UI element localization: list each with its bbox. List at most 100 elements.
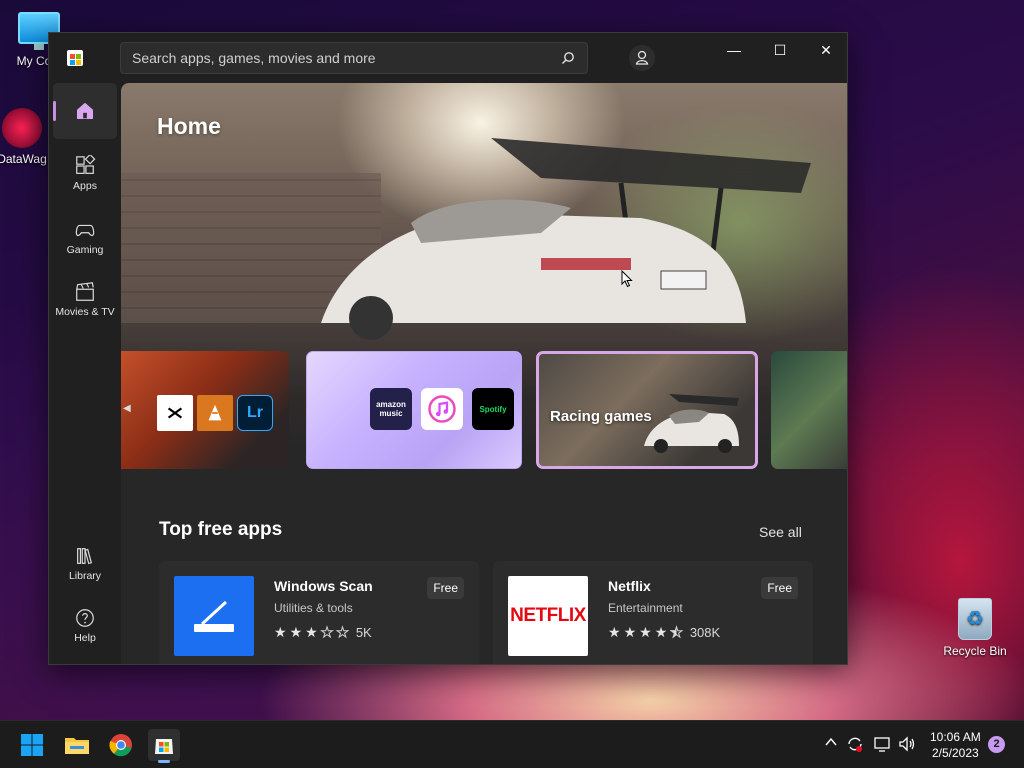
price-badge[interactable]: Free [427, 577, 464, 599]
desktop-icon-label: Recycle Bin [943, 644, 1007, 658]
microsoft-store-icon [155, 739, 173, 754]
volume-button[interactable] [898, 735, 916, 756]
show-hidden-icons-button[interactable] [824, 735, 838, 752]
netflix-icon: NETFLIX [508, 576, 588, 656]
minimize-button[interactable]: — [711, 33, 757, 67]
featured-carousel: ◀ Lr amazon music Spotify Racing games [121, 351, 847, 473]
sync-status-button[interactable] [846, 735, 864, 756]
microsoft-store-icon [67, 50, 83, 66]
racing-games-title: Racing games [550, 408, 652, 425]
file-explorer-button[interactable] [61, 729, 93, 761]
star-half-icon: ★ [670, 624, 684, 640]
star-filled-icon: ★ [274, 624, 287, 640]
taskbar: 10:06 AM 2/5/2023 [0, 720, 1024, 768]
speaker-icon [899, 736, 915, 752]
star-filled-icon: ★ [623, 624, 637, 640]
search-input[interactable] [121, 43, 551, 73]
gamepad-icon [75, 224, 95, 237]
sidebar-item-library[interactable]: Library [53, 545, 117, 582]
search-icon[interactable] [561, 51, 575, 65]
app-card-windows-scan[interactable]: Windows Scan Utilities & tools ★ ★ ★ ★ ★… [159, 561, 479, 664]
apps-icon [76, 155, 96, 174]
netflix-logo-text: NETFLIX [510, 605, 586, 626]
star-empty-icon: ★ [336, 624, 350, 640]
close-button[interactable]: ✕ [803, 33, 847, 67]
desktop-icon-label: DataWag [0, 152, 47, 166]
network-button[interactable] [873, 735, 891, 756]
star-filled-icon: ★ [289, 624, 303, 640]
featured-card-creative-apps[interactable]: ◀ Lr [121, 351, 289, 469]
hero-car-image [321, 138, 811, 340]
price-badge[interactable]: Free [761, 577, 798, 599]
star-filled-icon: ★ [305, 624, 318, 640]
see-all-link[interactable]: See all [759, 524, 802, 540]
carousel-previous-icon[interactable]: ◀ [123, 403, 133, 417]
chevron-up-icon [825, 737, 837, 746]
recycle-bin-icon: ♻ [958, 598, 992, 640]
notification-badge[interactable]: 2 [988, 736, 1005, 753]
page-title: Home [157, 113, 221, 139]
title-bar[interactable]: — ☐ ✕ [49, 33, 847, 83]
clock-time: 10:06 AM [930, 730, 981, 744]
maximize-button[interactable]: ☐ [757, 33, 803, 67]
sidebar-item-label: Library [68, 570, 102, 582]
datawagon-icon [2, 108, 42, 148]
search-box[interactable] [120, 42, 588, 74]
sidebar-item-gaming[interactable]: Gaming [53, 219, 117, 256]
section-title: Top free apps [159, 519, 283, 540]
vlc-icon [197, 395, 233, 431]
microsoft-store-window: — ☐ ✕ Apps Gaming [48, 32, 848, 665]
sidebar-item-label: Movies & TV [55, 306, 115, 318]
library-icon [77, 548, 93, 565]
file-explorer-icon [65, 738, 89, 754]
person-icon [635, 50, 649, 65]
sidebar: Apps Gaming Movies & TV Library Help [49, 83, 121, 664]
star-filled-icon: ★ [608, 624, 621, 640]
sidebar-item-label: Gaming [66, 244, 104, 256]
app-name: Netflix [608, 578, 651, 594]
capcut-icon [157, 395, 193, 431]
star-empty-icon: ★ [320, 624, 334, 640]
star-rating: ★ ★ ★ ★ ★ 308K [608, 624, 721, 640]
windows-scan-icon [174, 576, 254, 656]
desktop-icon-recycle-bin[interactable]: ♻ Recycle Bin [940, 598, 1010, 658]
sync-icon [848, 737, 862, 752]
star-filled-icon: ★ [654, 624, 668, 640]
chrome-button[interactable] [105, 729, 137, 761]
app-category: Entertainment [608, 601, 683, 615]
home-icon [76, 102, 94, 120]
taskbar-clock[interactable]: 10:06 AM 2/5/2023 [930, 729, 981, 761]
lightroom-icon: Lr [237, 395, 273, 431]
featured-card-racing-games[interactable]: Racing games [536, 351, 758, 469]
lightroom-label: Lr [247, 404, 263, 421]
amazon-music-label: amazon music [376, 400, 406, 418]
rating-count: 308K [689, 624, 721, 640]
clock-date: 2/5/2023 [931, 746, 979, 760]
mouse-cursor-icon [621, 270, 633, 288]
app-card-netflix[interactable]: NETFLIX Netflix Entertainment ★ ★ ★ ★ ★ … [493, 561, 813, 664]
microsoft-store-taskbar-button[interactable] [148, 729, 180, 763]
sidebar-item-home[interactable] [53, 83, 117, 139]
sidebar-item-apps[interactable]: Apps [53, 155, 117, 192]
start-button[interactable] [16, 729, 48, 761]
windows-start-icon [21, 734, 43, 756]
help-icon [76, 609, 94, 627]
sidebar-item-help[interactable]: Help [53, 607, 117, 644]
sidebar-item-label: Apps [73, 180, 97, 192]
app-category: Utilities & tools [274, 601, 353, 615]
sidebar-item-movies-tv[interactable]: Movies & TV [53, 281, 117, 318]
racing-car-image [644, 394, 739, 453]
itunes-icon [421, 388, 463, 430]
sidebar-item-label: Help [74, 632, 96, 644]
star-filled-icon: ★ [639, 624, 652, 640]
rating-count: 5K [355, 624, 372, 640]
main-content: Home ◀ Lr amazon music Spotify Racing ga… [121, 83, 847, 664]
desktop-icon-datawagon[interactable]: DataWag [0, 108, 52, 166]
app-name: Windows Scan [274, 578, 373, 594]
spotify-label: Spotify [479, 404, 507, 414]
featured-card-next[interactable] [771, 351, 847, 469]
featured-card-music-apps[interactable]: amazon music Spotify [306, 351, 522, 469]
account-button[interactable] [629, 45, 655, 71]
chrome-icon [109, 734, 132, 757]
amazon-music-icon: amazon music [370, 388, 412, 430]
